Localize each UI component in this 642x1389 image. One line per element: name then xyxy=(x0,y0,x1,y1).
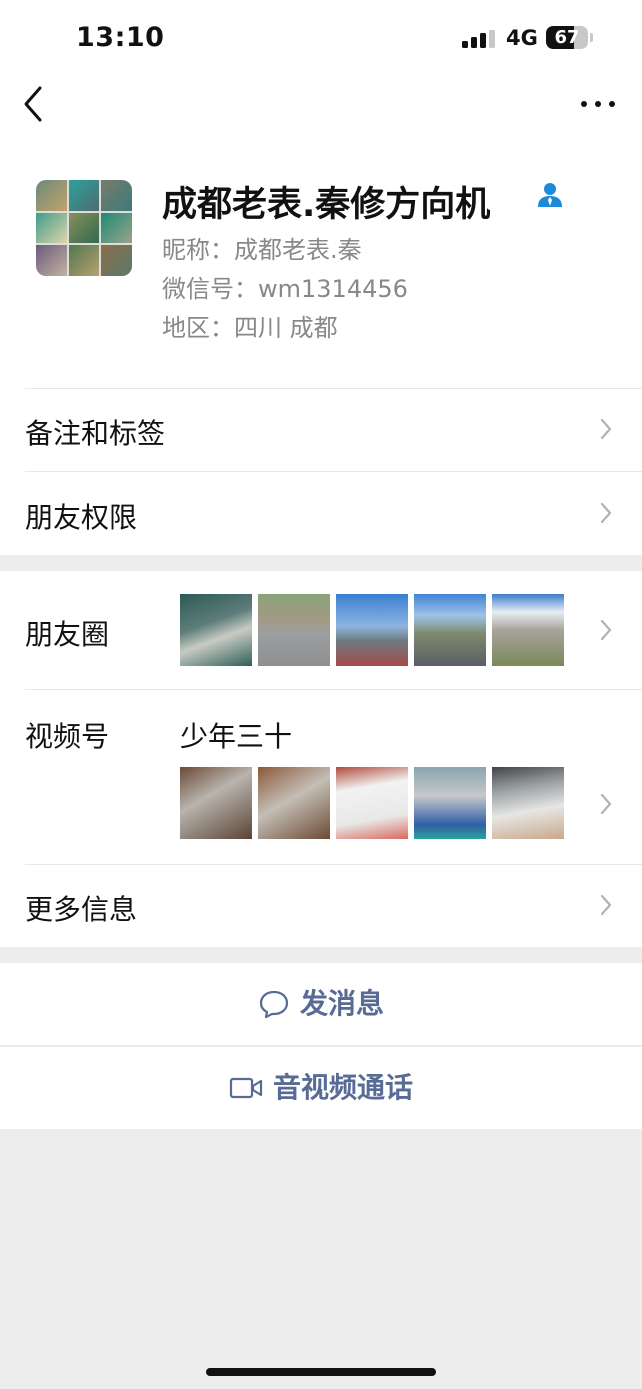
battery-icon: 67 xyxy=(546,26,588,49)
send-message-label: 发消息 xyxy=(299,987,384,1020)
display-name: 成都老表.秦修方向机 xyxy=(162,185,491,225)
av-call-button[interactable]: 音视频通话 xyxy=(0,1046,642,1129)
divider xyxy=(25,689,642,690)
notes-tags-row[interactable]: 备注和标签 xyxy=(0,388,642,471)
chevron-right-icon xyxy=(600,418,612,440)
send-message-button[interactable]: 发消息 xyxy=(0,963,642,1045)
chevron-left-icon xyxy=(24,86,42,122)
moments-thumbnails xyxy=(180,594,564,666)
status-bar: 13:10 4G 67 xyxy=(0,0,642,70)
divider xyxy=(25,471,642,472)
moments-photo xyxy=(180,594,252,666)
profile-header: 成都老表.秦修方向机 昵称：成都老表.秦 微信号：wm1314456 地区：四川… xyxy=(0,150,642,388)
divider xyxy=(25,864,642,865)
battery-tip xyxy=(590,33,593,42)
more-info-row[interactable]: 更多信息 xyxy=(0,864,642,947)
more-info-label: 更多信息 xyxy=(25,893,138,926)
channels-row[interactable]: 视频号 少年三十 xyxy=(0,689,642,864)
status-time: 13:10 xyxy=(76,22,165,53)
channels-label: 视频号 xyxy=(25,720,110,753)
channels-thumbnails xyxy=(180,767,564,839)
av-call-label: 音视频通话 xyxy=(272,1071,413,1104)
chevron-right-icon xyxy=(600,502,612,524)
avatar[interactable] xyxy=(36,180,132,276)
back-button[interactable] xyxy=(16,82,56,126)
moments-photo xyxy=(336,594,408,666)
channel-video xyxy=(258,767,330,839)
video-camera-icon xyxy=(229,1077,263,1098)
channel-video xyxy=(414,767,486,839)
chat-bubble-icon xyxy=(259,990,289,1019)
chevron-right-icon xyxy=(600,619,612,641)
divider xyxy=(25,388,642,389)
moments-label: 朋友圈 xyxy=(25,618,110,651)
channel-video xyxy=(180,767,252,839)
wechat-id-line: 微信号：wm1314456 xyxy=(162,275,408,303)
network-type: 4G xyxy=(506,26,538,50)
more-dots-icon xyxy=(581,101,587,107)
chevron-right-icon xyxy=(600,894,612,916)
moments-photo xyxy=(414,594,486,666)
channel-video xyxy=(492,767,564,839)
channel-name: 少年三十 xyxy=(180,720,293,753)
friend-permissions-label: 朋友权限 xyxy=(25,501,138,534)
chevron-right-icon xyxy=(600,793,612,815)
person-icon xyxy=(538,183,562,207)
battery-level: 67 xyxy=(554,27,580,48)
home-indicator[interactable] xyxy=(206,1368,436,1376)
region-line: 地区：四川 成都 xyxy=(162,314,338,342)
notes-tags-label: 备注和标签 xyxy=(25,417,166,450)
moments-row[interactable]: 朋友圈 xyxy=(0,571,642,689)
signal-icon xyxy=(462,30,496,48)
nav-bar xyxy=(0,70,642,150)
divider xyxy=(0,1046,642,1047)
channel-video xyxy=(336,767,408,839)
moments-photo xyxy=(258,594,330,666)
nickname-line: 昵称：成都老表.秦 xyxy=(162,236,362,264)
more-options-button[interactable] xyxy=(576,88,620,118)
friend-permissions-row[interactable]: 朋友权限 xyxy=(0,471,642,555)
moments-photo xyxy=(492,594,564,666)
